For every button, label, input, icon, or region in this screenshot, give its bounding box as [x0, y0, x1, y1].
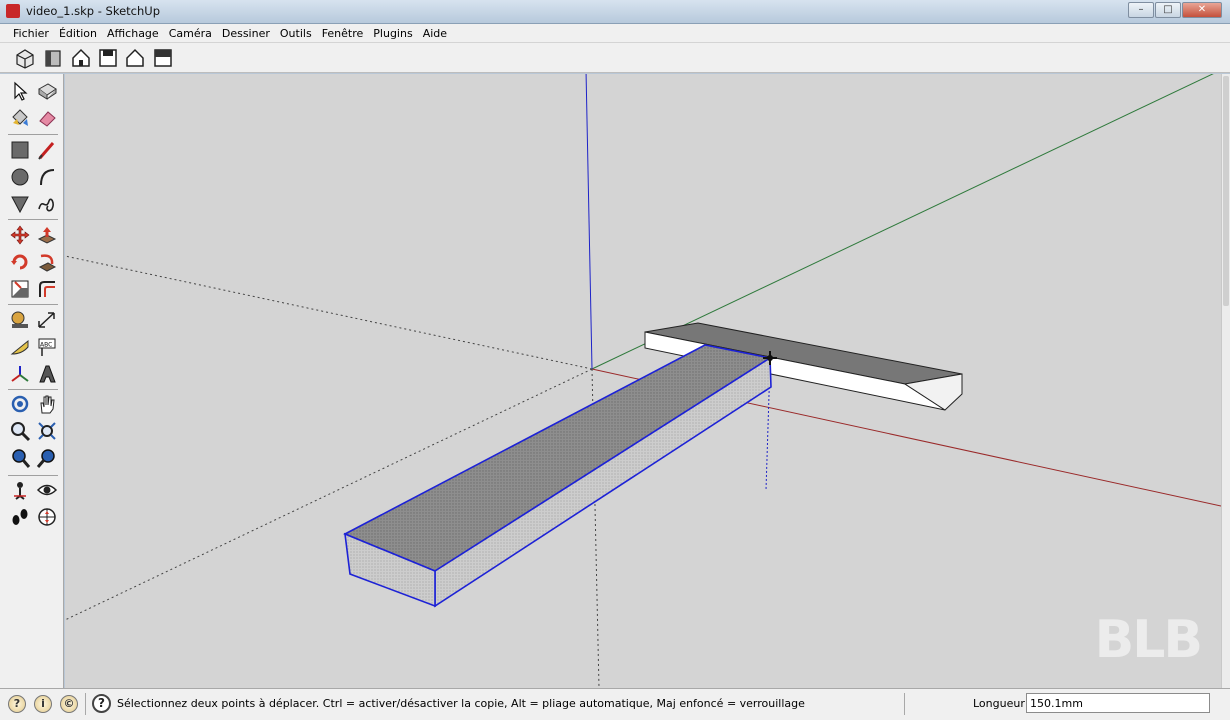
tape-measure-icon[interactable] — [9, 309, 31, 331]
position-camera-icon[interactable] — [9, 479, 31, 501]
credits-icon[interactable]: i — [34, 695, 52, 713]
select-icon[interactable] — [9, 80, 31, 102]
tools-toolbar: ABC — [0, 74, 64, 688]
menu-dessiner[interactable]: Dessiner — [217, 27, 275, 40]
menu-fenetre[interactable]: Fenêtre — [317, 27, 369, 40]
measurement-input[interactable] — [1026, 693, 1210, 713]
previous-view-icon[interactable] — [36, 447, 58, 469]
watermark-logo: BLB — [1094, 610, 1203, 670]
status-bar: ? i © ? Sélectionnez deux points à dépla… — [0, 688, 1230, 720]
toolbar-separator — [8, 475, 58, 476]
maximize-button[interactable]: □ — [1155, 2, 1181, 18]
orbit-icon[interactable] — [9, 393, 31, 415]
status-message: Sélectionnez deux points à déplacer. Ctr… — [117, 697, 805, 710]
freehand-icon[interactable] — [36, 193, 58, 215]
push-pull-icon[interactable] — [36, 224, 58, 246]
window-controls: – □ ✕ — [1127, 2, 1222, 18]
home-view-icon[interactable] — [70, 47, 92, 69]
menu-edition[interactable]: Édition — [54, 27, 102, 40]
close-button[interactable]: ✕ — [1182, 2, 1222, 18]
toolbar-separator — [8, 304, 58, 305]
zoom-extents-icon[interactable] — [9, 447, 31, 469]
dimension-icon[interactable] — [36, 309, 58, 331]
menu-camera[interactable]: Caméra — [164, 27, 217, 40]
toolbar-separator — [8, 219, 58, 220]
axes-icon[interactable] — [9, 363, 31, 385]
zoom-icon[interactable] — [9, 420, 31, 442]
scene-canvas[interactable] — [65, 74, 1221, 688]
sketchup-app-icon — [6, 4, 20, 18]
menu-aide[interactable]: Aide — [418, 27, 452, 40]
menu-plugins[interactable]: Plugins — [368, 27, 417, 40]
text-icon[interactable]: ABC — [36, 336, 58, 358]
offset-icon[interactable] — [36, 278, 58, 300]
menu-fichier[interactable]: Fichier — [8, 27, 54, 40]
circle-icon[interactable] — [9, 166, 31, 188]
side-view-icon[interactable] — [97, 47, 119, 69]
scrollbar-thumb[interactable] — [1223, 76, 1229, 306]
status-separator — [85, 693, 86, 715]
line-icon[interactable] — [36, 139, 58, 161]
eraser-icon[interactable] — [36, 107, 58, 129]
pan-icon[interactable] — [36, 393, 58, 415]
menu-affichage[interactable]: Affichage — [102, 27, 164, 40]
window-title: video_1.skp - SketchUp — [26, 4, 161, 18]
modeling-viewport[interactable]: BLB — [65, 74, 1221, 688]
views-toolbar — [0, 43, 1230, 73]
geo-location-icon[interactable]: ? — [8, 695, 26, 713]
svg-text:ABC: ABC — [40, 342, 52, 349]
top-view-icon[interactable] — [152, 47, 174, 69]
menu-outils[interactable]: Outils — [275, 27, 317, 40]
red-axis-negative — [65, 255, 593, 370]
menu-bar: Fichier Édition Affichage Caméra Dessine… — [0, 24, 1230, 43]
vertical-scrollbar[interactable] — [1221, 74, 1230, 688]
arc-icon[interactable] — [36, 166, 58, 188]
sign-in-icon[interactable]: © — [60, 695, 78, 713]
iso-view-icon[interactable] — [14, 47, 36, 69]
status-separator — [904, 693, 905, 715]
blue-axis — [585, 74, 593, 370]
toolbar-separator — [8, 134, 58, 135]
selected-block[interactable] — [343, 344, 773, 608]
rectangle-icon[interactable] — [9, 139, 31, 161]
back-view-icon[interactable] — [124, 47, 146, 69]
measurement-label: Longueur — [973, 697, 1025, 710]
section-plane-icon[interactable] — [36, 506, 58, 528]
title-bar: video_1.skp - SketchUp – □ ✕ — [0, 0, 1230, 24]
front-view-icon[interactable] — [42, 47, 64, 69]
paint-bucket-icon[interactable] — [9, 107, 31, 129]
scale-icon[interactable] — [9, 278, 31, 300]
minimize-button[interactable]: – — [1128, 2, 1154, 18]
make-component-icon[interactable] — [36, 80, 58, 102]
rotate-icon[interactable] — [9, 251, 31, 273]
look-around-icon[interactable] — [36, 479, 58, 501]
toolbar-separator — [8, 389, 58, 390]
move-icon[interactable] — [9, 224, 31, 246]
protractor-icon[interactable] — [9, 336, 31, 358]
follow-me-icon[interactable] — [36, 251, 58, 273]
polygon-icon[interactable] — [9, 193, 31, 215]
walk-icon[interactable] — [9, 506, 31, 528]
help-icon[interactable]: ? — [92, 694, 111, 713]
3d-text-icon[interactable] — [36, 363, 58, 385]
zoom-window-icon[interactable] — [36, 420, 58, 442]
